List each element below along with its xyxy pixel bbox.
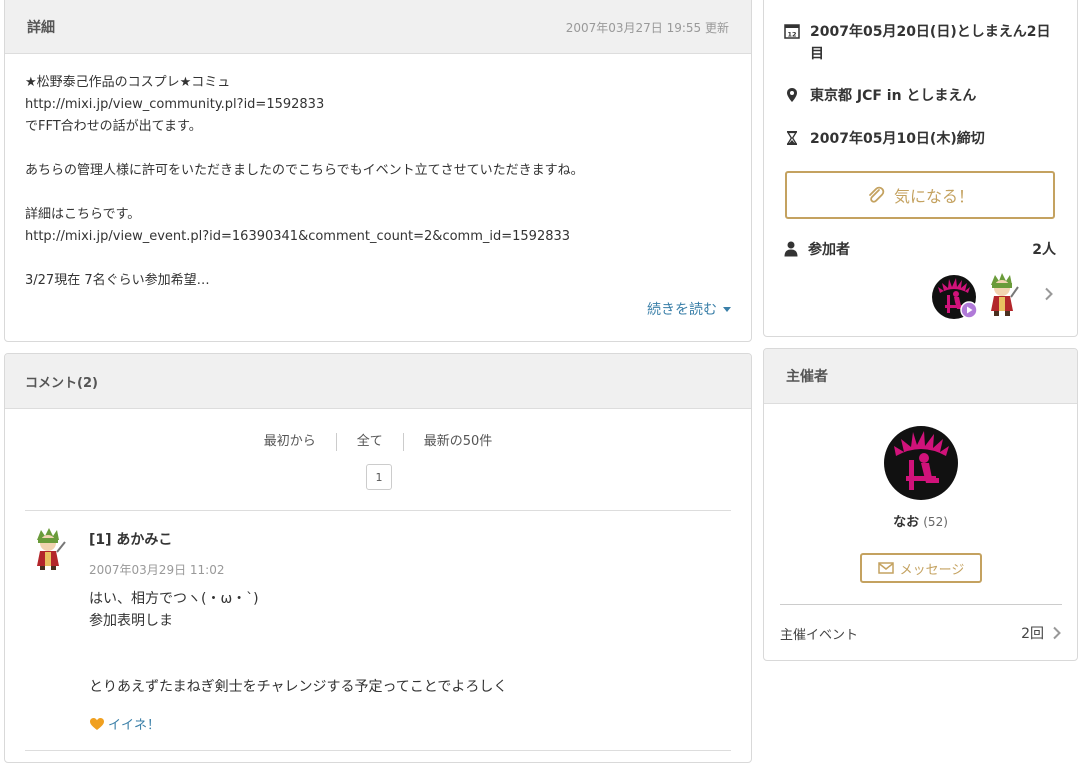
nav-all[interactable]: 全て bbox=[335, 433, 403, 451]
participants-count: 2人 bbox=[1032, 242, 1056, 258]
detail-line: 3/27現在 7名ぐらい参加希望… bbox=[25, 273, 210, 288]
nav-latest-50[interactable]: 最新の50件 bbox=[402, 433, 513, 451]
chevron-right-icon bbox=[1053, 626, 1061, 640]
paperclip-icon bbox=[869, 186, 885, 203]
participants-label-group: 参加者 bbox=[784, 239, 850, 259]
participants-row: 参加者 2人 bbox=[784, 239, 1056, 259]
organizer-header: 主催者 bbox=[764, 349, 1077, 404]
organizer-events-count: 2回 bbox=[1021, 626, 1044, 642]
organizer-events-label: 主催イベント bbox=[780, 627, 859, 643]
organizer-count: (52) bbox=[923, 515, 948, 529]
event-info-panel: 12 2007年05月20日(日)としまえん2日目 東京都 JCF in としま… bbox=[763, 0, 1078, 337]
message-label: メッセージ bbox=[899, 562, 965, 578]
kininaru-button[interactable]: 気になる！ bbox=[785, 171, 1055, 219]
caret-down-icon bbox=[723, 306, 731, 312]
event-deadline-row: 2007年05月10日(木)締切 bbox=[784, 128, 1059, 150]
detail-line: ★松野泰己作品のコスプレ★コミュ bbox=[25, 75, 231, 90]
comment-line: 参加表明しま bbox=[89, 613, 173, 629]
comment-date: 2007年03月29日 11:02 bbox=[89, 563, 225, 577]
event-location-row: 東京都 JCF in としまえん bbox=[784, 85, 1059, 107]
divider bbox=[780, 604, 1062, 605]
organizer-title: 主催者 bbox=[786, 369, 828, 385]
organizer-name-row: なお (52) bbox=[764, 511, 1077, 530]
organizer-avatar[interactable] bbox=[884, 426, 958, 500]
chevron-right-icon[interactable] bbox=[1044, 287, 1054, 301]
event-deadline: 2007年05月10日(木)締切 bbox=[810, 131, 985, 147]
detail-title: 詳細 bbox=[27, 20, 55, 36]
organizer-panel: 主催者 なお (52) メッセージ 主催イベント 2回 bbox=[763, 348, 1078, 661]
detail-link-community[interactable]: http://mixi.jp/view_community.pl?id=1592… bbox=[25, 94, 731, 116]
commenter-avatar[interactable] bbox=[29, 526, 67, 570]
comment-line bbox=[89, 632, 507, 654]
message-button[interactable]: メッセージ bbox=[860, 553, 982, 583]
updated-timestamp: 2007年03月27日 19:55 更新 bbox=[565, 20, 729, 35]
comment-body: はい、相方でつヽ(・ω・`) 参加表明しま とりあえずたまねぎ剣士をチャレンジす… bbox=[89, 588, 507, 698]
organizer-events-link[interactable]: 主催イベント 2回 bbox=[780, 623, 1062, 643]
like-button[interactable]: イイネ！ bbox=[89, 714, 160, 733]
detail-line: 詳細はこちらです。 bbox=[25, 207, 141, 222]
detail-line bbox=[25, 138, 731, 160]
nav-first[interactable]: 最初から bbox=[244, 433, 336, 451]
calendar-icon: 12 bbox=[784, 24, 800, 39]
comment-pagination-nav: 最初から 全て 最新の50件 bbox=[5, 433, 751, 451]
person-icon bbox=[784, 241, 798, 257]
detail-line: あちらの管理人様に許可をいただきましたのでこちらでもイベント立てさせていただきま… bbox=[25, 163, 584, 178]
detail-line bbox=[25, 182, 731, 204]
detail-line: でFFT合わせの話が出てます。 bbox=[25, 119, 202, 134]
comment-line bbox=[89, 654, 507, 676]
detail-panel: 詳細 2007年03月27日 19:55 更新 ★松野泰己作品のコスプレ★コミュ… bbox=[4, 0, 752, 342]
event-date: 2007年05月20日(日)としまえん2日目 bbox=[810, 24, 1051, 62]
detail-header: 詳細 2007年03月27日 19:55 更新 bbox=[5, 0, 751, 54]
comments-title: コメント(2) bbox=[25, 375, 98, 391]
organizer-name[interactable]: なお bbox=[893, 515, 919, 530]
commenter-name[interactable]: [1] あかみこ bbox=[89, 529, 172, 549]
mail-icon bbox=[877, 562, 894, 574]
kininaru-label: 気になる！ bbox=[893, 187, 974, 206]
read-more-link[interactable]: 続きを読む bbox=[647, 299, 731, 319]
page-number-button[interactable]: 1 bbox=[366, 464, 392, 490]
play-badge-icon bbox=[960, 301, 978, 319]
like-label: イイネ！ bbox=[108, 718, 161, 733]
divider bbox=[25, 510, 731, 511]
detail-body: ★松野泰己作品のコスプレ★コミュ http://mixi.jp/view_com… bbox=[5, 54, 751, 292]
participants-label: 参加者 bbox=[808, 242, 850, 258]
svg-text:12: 12 bbox=[787, 31, 796, 39]
event-date-row: 12 2007年05月20日(日)としまえん2日目 bbox=[784, 21, 1059, 65]
participant-avatar[interactable] bbox=[984, 271, 1020, 317]
event-location: 東京都 JCF in としまえん bbox=[810, 88, 977, 104]
heart-icon bbox=[90, 717, 104, 730]
hourglass-icon bbox=[786, 131, 798, 145]
comment-line: とりあえずたまねぎ剣士をチャレンジする予定ってことでよろしく bbox=[89, 679, 508, 695]
detail-link-event[interactable]: http://mixi.jp/view_event.pl?id=16390341… bbox=[25, 226, 731, 248]
comment-line: はい、相方でつヽ(・ω・`) bbox=[89, 591, 259, 607]
detail-line bbox=[25, 248, 731, 270]
location-pin-icon bbox=[787, 88, 797, 102]
organizer-events-right: 2回 bbox=[1021, 623, 1062, 643]
comments-panel: コメント(2) 最初から 全て 最新の50件 1 [1] あかみこ 2007年0… bbox=[4, 353, 752, 763]
read-more-label: 続きを読む bbox=[647, 302, 717, 318]
divider bbox=[25, 750, 731, 751]
comments-header: コメント(2) bbox=[5, 354, 751, 409]
